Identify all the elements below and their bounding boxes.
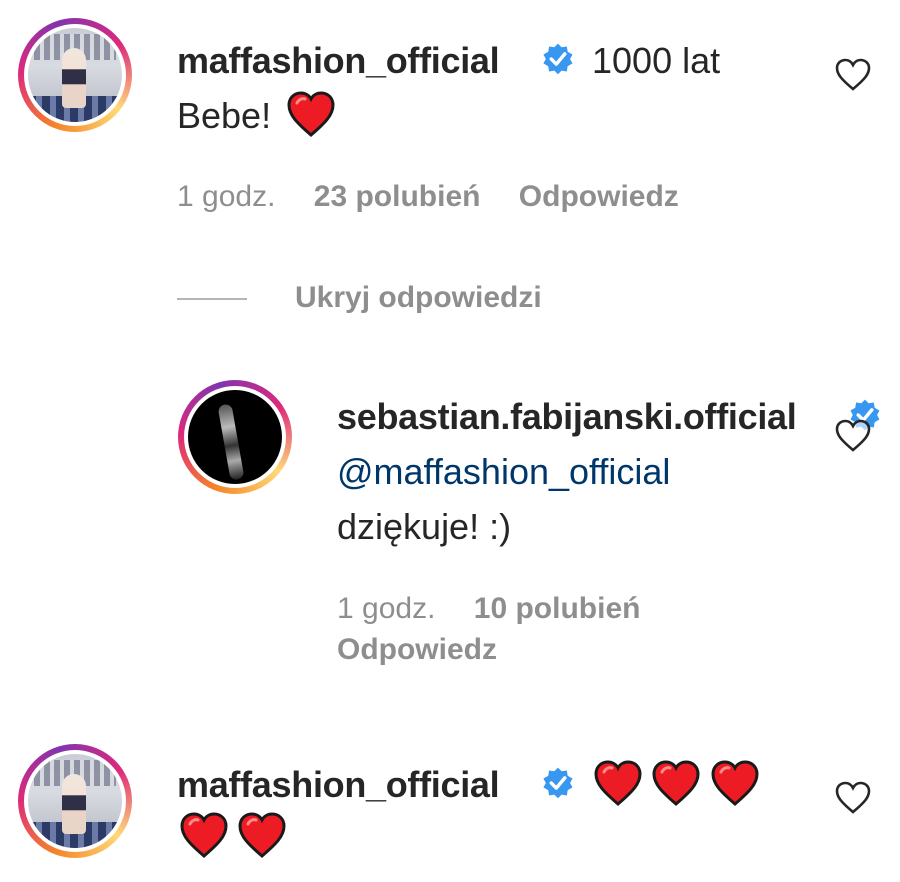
- like-heart-icon[interactable]: [833, 778, 873, 818]
- verified-badge-icon: [543, 767, 573, 799]
- red-heart-emoji-icon: [238, 812, 286, 858]
- red-heart-emoji-icon: [287, 91, 335, 138]
- replies-divider: [177, 298, 247, 300]
- profile-photo: [188, 390, 282, 484]
- reply-time[interactable]: 1 godz.: [337, 592, 435, 625]
- comment-meta: 1 godz. 23 polubień Odpowiedz: [177, 180, 679, 214]
- comment-emoji-row1: [594, 760, 759, 806]
- verified-badge-icon: [543, 43, 573, 75]
- avatar-maffashion[interactable]: [18, 18, 132, 132]
- avatar-maffashion[interactable]: [18, 744, 132, 858]
- hide-replies-button[interactable]: Ukryj odpowiedzi: [295, 281, 542, 315]
- red-heart-emoji-icon: [180, 812, 228, 858]
- reply-username[interactable]: sebastian.fabijanski.official: [337, 396, 797, 438]
- profile-photo: [28, 754, 122, 848]
- like-heart-icon[interactable]: [833, 55, 873, 95]
- red-heart-emoji-icon: [711, 760, 759, 806]
- reply-text: dziękuje! :): [337, 506, 512, 547]
- comment-time[interactable]: 1 godz.: [177, 180, 275, 213]
- red-heart-emoji-icon: [594, 760, 642, 806]
- comment-likes[interactable]: 23 polubień: [314, 180, 481, 213]
- comment-text-line2: Bebe!: [177, 91, 335, 138]
- red-heart-emoji-icon: [652, 760, 700, 806]
- reply-mention-link[interactable]: @maffashion_official: [337, 451, 670, 493]
- reply-likes[interactable]: 10 polubień: [474, 592, 641, 625]
- reply-button[interactable]: Odpowiedz: [519, 180, 679, 213]
- comment-text-line1: 1000 lat: [592, 40, 721, 81]
- profile-photo: [28, 28, 122, 122]
- comment-emoji-row2: [180, 812, 286, 858]
- reply-meta: 1 godz. 10 polubień: [337, 592, 640, 626]
- reply-button[interactable]: Odpowiedz: [337, 633, 497, 667]
- comment-username[interactable]: maffashion_official: [177, 764, 500, 806]
- avatar-sebastian[interactable]: [178, 380, 292, 494]
- like-heart-icon[interactable]: [833, 416, 873, 456]
- comment-username[interactable]: maffashion_official: [177, 40, 500, 82]
